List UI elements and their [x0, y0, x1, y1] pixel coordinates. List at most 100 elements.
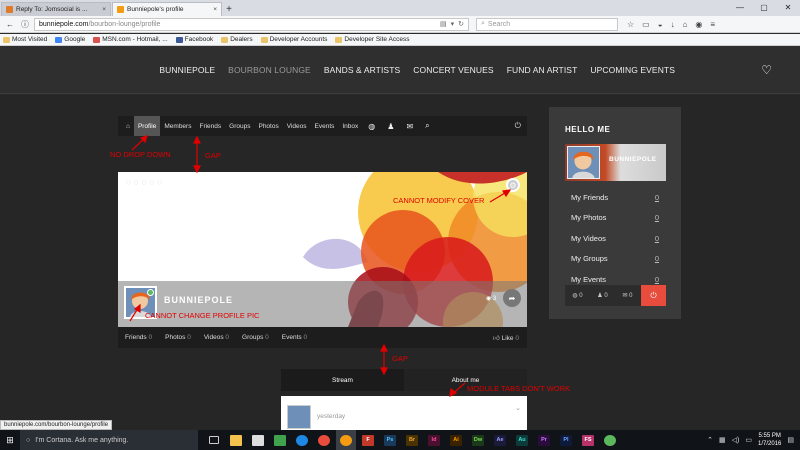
toolbar-photos[interactable]: Photos — [254, 116, 282, 136]
edge-icon[interactable] — [292, 430, 312, 450]
task-view-icon[interactable] — [204, 430, 224, 450]
home-icon[interactable]: ⌂ — [683, 20, 688, 29]
bookmark-item[interactable]: Google — [55, 36, 85, 43]
search-icon[interactable]: ⌕ — [419, 121, 435, 131]
sidebar-user-card[interactable]: BUNNIEPOLE — [565, 144, 666, 181]
close-tab-icon[interactable]: × — [213, 6, 217, 13]
pocket-icon[interactable]: ◒ — [658, 20, 663, 29]
like-button[interactable]: 👍︎ Like 0 — [493, 334, 519, 342]
filezilla-icon[interactable]: F — [358, 430, 378, 450]
envelope-icon[interactable]: ✉ — [400, 122, 419, 131]
notifications-count[interactable]: ◍ 0 — [565, 292, 590, 299]
toolbar-inbox[interactable]: Inbox — [338, 116, 362, 136]
windows-start-icon[interactable]: ⊞ — [0, 430, 20, 450]
chevron-down-icon[interactable]: ⌄ — [515, 404, 521, 412]
firefox-icon[interactable] — [336, 430, 356, 450]
logout-button[interactable]: ⏻ — [641, 285, 666, 306]
menu-icon[interactable]: ≡ — [710, 20, 715, 29]
utorrent-icon[interactable] — [600, 430, 620, 450]
stat-groups[interactable]: Groups 0 — [242, 334, 269, 341]
clock[interactable]: 5:55 PM 1/7/2016 — [758, 432, 781, 448]
close-tab-icon[interactable]: × — [102, 6, 106, 13]
illustrator-icon[interactable]: Ai — [446, 430, 466, 450]
minimize-icon[interactable]: — — [728, 0, 752, 16]
new-tab-button[interactable]: + — [222, 2, 236, 16]
download-icon[interactable]: ↓ — [671, 20, 675, 29]
store-icon[interactable] — [248, 430, 268, 450]
toolbar-videos[interactable]: Videos — [283, 116, 311, 136]
stream-avatar[interactable] — [287, 405, 311, 429]
chrome-icon[interactable] — [314, 430, 334, 450]
share-button[interactable]: ➦ — [503, 289, 521, 307]
bookmark-item[interactable]: Dealers — [221, 36, 253, 43]
dropdown-icon[interactable]: ▾ — [451, 20, 455, 28]
toolbar-profile[interactable]: Profile — [133, 116, 161, 136]
stat-videos[interactable]: Videos 0 — [204, 334, 229, 341]
premiere-icon[interactable]: Pr — [534, 430, 554, 450]
stat-events[interactable]: Events 0 — [282, 334, 307, 341]
sidebar-item-videos[interactable]: My Videos 0 — [571, 228, 659, 249]
clipboard-icon[interactable]: ▭ — [642, 20, 650, 29]
bookmark-item[interactable]: Most Visited — [3, 36, 47, 43]
friend-requests-icon[interactable]: ♟ — [381, 122, 400, 131]
prelude-icon[interactable]: Pl — [556, 430, 576, 450]
browser-tab[interactable]: Reply To: Jomsocial is ... × — [1, 2, 111, 16]
maximize-icon[interactable]: ▢ — [752, 0, 776, 16]
file-explorer-icon[interactable] — [226, 430, 246, 450]
reload-icon[interactable]: ↻ — [458, 20, 464, 28]
audition-icon[interactable]: Au — [512, 430, 532, 450]
bookmark-item[interactable]: Facebook — [175, 36, 214, 43]
browser-tab-active[interactable]: Bunniepole's profile × — [112, 2, 222, 16]
nav-item-upcoming-events[interactable]: UPCOMING EVENTS — [590, 65, 675, 75]
sidebar-item-photos[interactable]: My Photos 0 — [571, 208, 659, 229]
bookmark-item[interactable]: Developer Site Access — [335, 36, 409, 43]
close-window-icon[interactable]: ✕ — [776, 0, 800, 16]
home-icon[interactable]: ⌂ — [122, 116, 134, 136]
volume-icon[interactable]: ◁) — [732, 436, 740, 444]
dreamweaver-icon[interactable]: Dw — [468, 430, 488, 450]
friend-requests-count[interactable]: ♟ 0 — [590, 292, 615, 299]
nav-item-fund-an-artist[interactable]: FUND AN ARTIST — [507, 65, 578, 75]
nav-item-bands-artists[interactable]: BANDS & ARTISTS — [324, 65, 400, 75]
sidebar-list: My Friends 0 My Photos 0 My Videos 0 My Gro… — [571, 187, 659, 290]
stat-friends[interactable]: Friends 0 — [125, 334, 152, 341]
bookmark-item[interactable]: Developer Accounts — [260, 36, 327, 43]
bridge-icon[interactable]: Br — [402, 430, 422, 450]
search-input[interactable]: ⌕ Search — [476, 17, 618, 31]
notifications-icon[interactable]: ▤ — [787, 436, 794, 444]
nav-item-bourbon-lounge[interactable]: BOURBON LOUNGE — [228, 65, 311, 75]
indesign-icon[interactable]: Id — [424, 430, 444, 450]
tab-stream[interactable]: Stream — [281, 369, 404, 391]
nav-item-concert-venues[interactable]: CONCERT VENUES — [413, 65, 493, 75]
photoshop-icon[interactable]: Ps — [380, 430, 400, 450]
url-bar[interactable]: bunniepole.com/bourbon-lounge/profile ▤ … — [34, 17, 469, 31]
bookmark-label: Facebook — [184, 36, 214, 43]
network-icon[interactable]: ▦ — [719, 436, 726, 444]
chat-icon[interactable]: ◉ — [695, 20, 702, 29]
toolbar-members[interactable]: Members — [160, 116, 195, 136]
messages-count[interactable]: ✉ 0 — [615, 292, 640, 299]
toolbar-groups[interactable]: Groups — [225, 116, 254, 136]
toolbar-friends[interactable]: Friends — [195, 116, 225, 136]
cortana-search[interactable]: ○ I'm Cortana. Ask me anything. — [20, 430, 198, 450]
site-info-icon[interactable]: ⓘ — [19, 18, 31, 30]
bookmark-item[interactable]: MSN.com - Hotmail, ... — [93, 36, 168, 43]
views-number: 3 — [492, 296, 497, 302]
toolbar-events[interactable]: Events — [311, 116, 339, 136]
nav-item-bunniepole[interactable]: BUNNIEPOLE — [159, 65, 215, 75]
back-button[interactable]: ← — [4, 18, 16, 30]
stat-photos[interactable]: Photos 0 — [165, 334, 191, 341]
after-effects-icon[interactable]: Ae — [490, 430, 510, 450]
cover-options-button[interactable]: ⚙ — [506, 178, 520, 192]
flash-icon[interactable]: FS — [578, 430, 598, 450]
power-icon[interactable]: ⏻ — [515, 121, 521, 131]
globe-icon[interactable]: ◍ — [362, 122, 381, 131]
bookmark-star-icon[interactable]: ☆ — [627, 20, 634, 29]
reader-view-icon[interactable]: ▤ — [440, 20, 447, 28]
paint-icon[interactable] — [270, 430, 290, 450]
sidebar-item-friends[interactable]: My Friends 0 — [571, 187, 659, 208]
sidebar-item-groups[interactable]: My Groups 0 — [571, 249, 659, 270]
heart-icon[interactable]: ♡ — [761, 63, 772, 77]
tray-expand-icon[interactable]: ⌃ — [707, 436, 713, 444]
keyboard-icon[interactable]: ▭ — [745, 436, 752, 444]
